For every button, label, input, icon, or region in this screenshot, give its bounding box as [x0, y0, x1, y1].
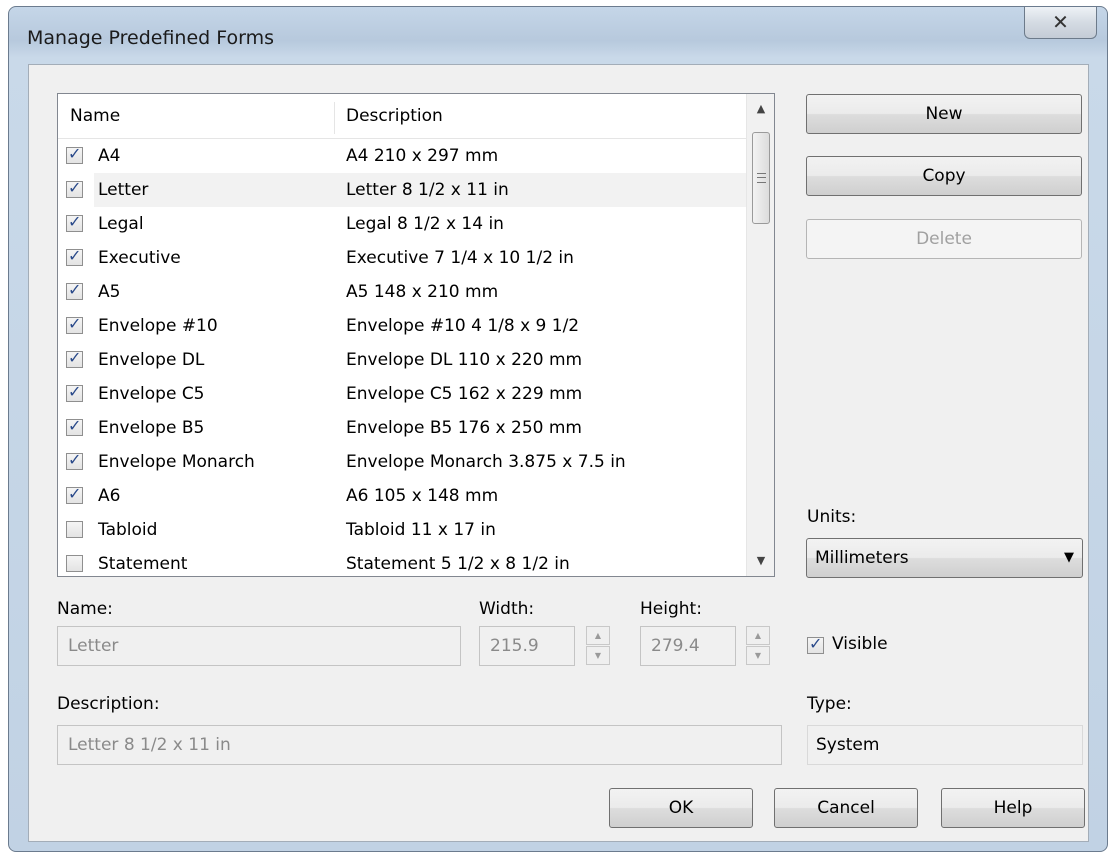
list-item[interactable]: A6 A6 105 x 148 mm: [58, 479, 746, 513]
row-description: A5 148 x 210 mm: [346, 282, 499, 302]
forms-list[interactable]: Name Description A4 A4 210 x 297 mm Letter…: [57, 93, 775, 577]
list-item[interactable]: Executive Executive 7 1/4 x 10 1/2 in: [58, 241, 746, 275]
description-field[interactable]: Letter 8 1/2 x 11 in: [57, 725, 782, 765]
units-select[interactable]: Millimeters ▼: [806, 538, 1083, 578]
row-checkbox[interactable]: [66, 314, 83, 334]
copy-button[interactable]: Copy: [806, 156, 1082, 196]
help-button[interactable]: Help: [941, 788, 1085, 828]
row-name: Legal: [98, 214, 144, 234]
name-field[interactable]: Letter: [57, 626, 461, 666]
column-divider[interactable]: [334, 102, 335, 134]
row-checkbox[interactable]: [66, 212, 83, 232]
scroll-thumb[interactable]: [752, 132, 770, 224]
row-checkbox[interactable]: [66, 280, 83, 300]
row-description: Statement 5 1/2 x 8 1/2 in: [346, 554, 570, 574]
row-description: Letter 8 1/2 x 11 in: [346, 180, 509, 200]
width-field[interactable]: 215.9: [479, 626, 575, 666]
row-name: A5: [98, 282, 121, 302]
list-item[interactable]: A5 A5 148 x 210 mm: [58, 275, 746, 309]
row-description: Envelope Monarch 3.875 x 7.5 in: [346, 452, 626, 472]
dialog-client-area: Name Description A4 A4 210 x 297 mm Letter…: [28, 64, 1089, 842]
type-label: Type:: [807, 694, 852, 714]
row-name: Envelope Monarch: [98, 452, 255, 472]
row-checkbox[interactable]: [66, 144, 83, 164]
row-name: A4: [98, 146, 121, 166]
row-name: Envelope #10: [98, 316, 218, 336]
list-item[interactable]: Envelope B5 Envelope B5 176 x 250 mm: [58, 411, 746, 445]
list-item[interactable]: Envelope #10 Envelope #10 4 1/8 x 9 1/2: [58, 309, 746, 343]
row-checkbox[interactable]: [66, 484, 83, 504]
list-rows: A4 A4 210 x 297 mm Letter Letter 8 1/2 x 11…: [58, 139, 746, 576]
row-name: Envelope B5: [98, 418, 205, 438]
row-name: Executive: [98, 248, 181, 268]
row-checkbox[interactable]: [66, 246, 83, 266]
list-item[interactable]: Envelope C5 Envelope C5 162 x 229 mm: [58, 377, 746, 411]
row-description: Envelope #10 4 1/8 x 9 1/2: [346, 316, 580, 336]
ok-button[interactable]: OK: [609, 788, 753, 828]
row-name: Envelope C5: [98, 384, 205, 404]
list-item[interactable]: A4 A4 210 x 297 mm: [58, 139, 746, 173]
list-item[interactable]: Envelope Monarch Envelope Monarch 3.875 x…: [58, 445, 746, 479]
units-label: Units:: [807, 507, 857, 527]
spin-up-icon[interactable]: ▲: [746, 626, 770, 645]
width-label: Width:: [479, 599, 535, 619]
row-description: Tabloid 11 x 17 in: [346, 520, 496, 540]
row-description: A6 105 x 148 mm: [346, 486, 499, 506]
row-description: Legal 8 1/2 x 14 in: [346, 214, 504, 234]
window-title: Manage Predefined Forms: [27, 27, 275, 49]
list-item[interactable]: Legal Legal 8 1/2 x 14 in: [58, 207, 746, 241]
list-item[interactable]: Tabloid Tabloid 11 x 17 in: [58, 513, 746, 547]
row-checkbox[interactable]: [66, 521, 83, 538]
scroll-up-icon[interactable]: ▲: [747, 94, 774, 124]
row-checkbox[interactable]: [66, 348, 83, 368]
height-stepper[interactable]: ▲ ▼: [746, 626, 772, 666]
name-label: Name:: [57, 599, 113, 619]
grip-icon: [757, 173, 766, 183]
visible-label[interactable]: Visible: [832, 634, 888, 654]
row-name: Tabloid: [98, 520, 158, 540]
row-description: Envelope C5 162 x 229 mm: [346, 384, 583, 404]
row-checkbox[interactable]: [66, 450, 83, 470]
new-button[interactable]: New: [806, 94, 1082, 134]
row-checkbox[interactable]: [66, 382, 83, 402]
dialog-window: Manage Predefined Forms ✕ Name Descripti…: [8, 6, 1108, 852]
width-stepper[interactable]: ▲ ▼: [586, 626, 612, 666]
description-label: Description:: [57, 694, 160, 714]
row-checkbox[interactable]: [66, 416, 83, 436]
column-header-name[interactable]: Name: [70, 94, 120, 138]
spin-up-icon[interactable]: ▲: [586, 626, 610, 645]
list-item[interactable]: Envelope DL Envelope DL 110 x 220 mm: [58, 343, 746, 377]
scroll-down-icon[interactable]: ▼: [747, 546, 774, 576]
close-button[interactable]: ✕: [1024, 7, 1097, 39]
list-item[interactable]: Statement Statement 5 1/2 x 8 1/2 in: [58, 547, 746, 576]
row-checkbox[interactable]: [66, 555, 83, 572]
row-checkbox[interactable]: [66, 178, 83, 198]
row-name: Statement: [98, 554, 188, 574]
vertical-scrollbar[interactable]: ▲ ▼: [746, 94, 774, 576]
row-name: Envelope DL: [98, 350, 205, 370]
height-label: Height:: [640, 599, 702, 619]
row-description: Executive 7 1/4 x 10 1/2 in: [346, 248, 574, 268]
units-value: Millimeters: [815, 548, 909, 568]
spin-down-icon[interactable]: ▼: [586, 646, 610, 665]
close-icon: ✕: [1052, 10, 1069, 34]
type-value: System: [807, 725, 1083, 765]
row-description: Envelope B5 176 x 250 mm: [346, 418, 582, 438]
list-item[interactable]: Letter Letter 8 1/2 x 11 in: [58, 173, 746, 207]
delete-button[interactable]: Delete: [806, 219, 1082, 259]
height-field[interactable]: 279.4: [640, 626, 736, 666]
row-name: Letter: [98, 180, 149, 200]
row-description: Envelope DL 110 x 220 mm: [346, 350, 583, 370]
spin-down-icon[interactable]: ▼: [746, 646, 770, 665]
cancel-button[interactable]: Cancel: [774, 788, 918, 828]
row-name: A6: [98, 486, 121, 506]
row-description: A4 210 x 297 mm: [346, 146, 499, 166]
list-header: Name Description: [58, 94, 746, 139]
column-header-description[interactable]: Description: [346, 94, 443, 138]
visible-checkbox[interactable]: [807, 634, 824, 654]
chevron-down-icon: ▼: [1064, 550, 1074, 565]
